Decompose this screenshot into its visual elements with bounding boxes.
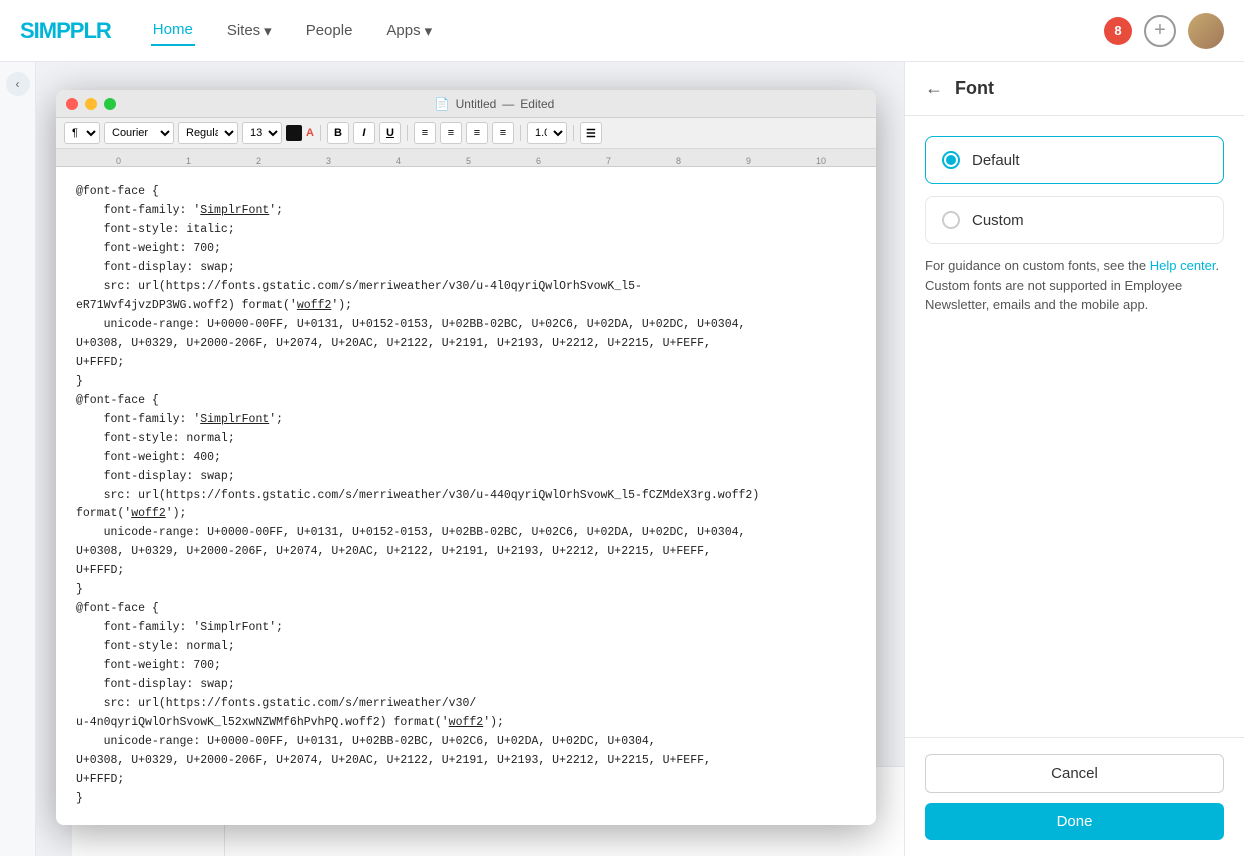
custom-radio[interactable] [942, 211, 960, 229]
add-button[interactable]: + [1144, 15, 1176, 47]
nav-home[interactable]: Home [151, 15, 195, 46]
italic-button[interactable]: I [353, 122, 375, 144]
editor-toolbar: ¶ Courier Regular 13 A B I U ≡ ≡ [56, 118, 876, 149]
default-option[interactable]: Default [925, 136, 1224, 184]
window-minimize-button[interactable] [85, 98, 97, 110]
nav-people[interactable]: People [304, 16, 355, 45]
nav-sites[interactable]: Sites ▾ [225, 16, 274, 46]
font-panel: ← Font Default Custom For guidance on cu… [904, 62, 1244, 856]
help-text-prefix: For guidance on custom fonts, see the [925, 258, 1150, 273]
custom-label: Custom [972, 212, 1024, 229]
nav-links: Home Sites ▾ People Apps ▾ [151, 15, 434, 46]
editor-ruler: 0 1 2 3 4 5 6 7 8 9 10 [56, 149, 876, 167]
editor-content[interactable]: @font-face { font-family: 'SimplrFont'; … [56, 167, 876, 825]
window-close-button[interactable] [66, 98, 78, 110]
default-label: Default [972, 152, 1020, 169]
code-block-1: @font-face { font-family: 'SimplrFont'; … [76, 183, 856, 392]
code-block-3: @font-face { font-family: 'SimplrFont'; … [76, 600, 856, 809]
editor-separator: — [502, 97, 514, 111]
editor-filename: Untitled [456, 97, 497, 111]
radio-dot [946, 155, 956, 165]
font-select[interactable]: Courier [104, 122, 174, 144]
panel-body: Default Custom For guidance on custom fo… [905, 116, 1244, 737]
nav-apps[interactable]: Apps ▾ [384, 16, 434, 46]
toolbar-divider-1 [320, 125, 321, 141]
done-button[interactable]: Done [925, 803, 1224, 840]
main-area: ‹ 📄 Untitled — Edited ¶ [0, 62, 1244, 856]
content-area: 📄 Untitled — Edited ¶ Courier Regular [36, 62, 904, 856]
avatar-image [1188, 13, 1224, 49]
code-block-2: @font-face { font-family: 'SimplrFont'; … [76, 392, 856, 601]
ruler-marks: 0 1 2 3 4 5 6 7 8 9 10 [56, 149, 876, 166]
file-icon: 📄 [435, 97, 450, 111]
notification-badge[interactable]: 8 [1104, 17, 1132, 45]
color-picker[interactable] [286, 125, 302, 141]
default-radio[interactable] [942, 151, 960, 169]
paragraph-select[interactable]: ¶ [64, 122, 100, 144]
custom-option[interactable]: Custom [925, 196, 1224, 244]
editor-titlebar: 📄 Untitled — Edited [56, 90, 876, 118]
chevron-down-icon: ▾ [425, 22, 433, 40]
align-left-button[interactable]: ≡ [414, 122, 436, 144]
panel-footer: Cancel Done [905, 737, 1244, 856]
back-button[interactable]: ← [925, 78, 943, 99]
line-height-select[interactable]: 1.0 [527, 122, 567, 144]
sidebar-toggle-button[interactable]: ‹ [6, 72, 30, 96]
help-text-suffix: . [1216, 258, 1220, 273]
help-center-link[interactable]: Help center [1150, 258, 1216, 273]
panel-title: Font [955, 78, 994, 99]
toolbar-divider-2 [407, 125, 408, 141]
align-justify-button[interactable]: ≡ [492, 122, 514, 144]
top-navigation: SIMPPLR Home Sites ▾ People Apps ▾ 8 + [0, 0, 1244, 62]
text-editor-modal: 📄 Untitled — Edited ¶ Courier Regular [56, 90, 876, 825]
chevron-down-icon: ▾ [264, 22, 272, 40]
text-color-btn[interactable]: A [306, 127, 314, 139]
list-button[interactable]: ☰ [580, 122, 602, 144]
panel-header: ← Font [905, 62, 1244, 116]
underline-button[interactable]: U [379, 122, 401, 144]
toolbar-divider-3 [520, 125, 521, 141]
app-logo: SIMPPLR [20, 18, 111, 44]
window-maximize-button[interactable] [104, 98, 116, 110]
help-text: For guidance on custom fonts, see the He… [925, 256, 1224, 315]
cancel-button[interactable]: Cancel [925, 754, 1224, 793]
nav-right: 8 + [1104, 13, 1224, 49]
bold-button[interactable]: B [327, 122, 349, 144]
align-right-button[interactable]: ≡ [466, 122, 488, 144]
style-select[interactable]: Regular [178, 122, 238, 144]
editor-title: 📄 Untitled — Edited [435, 97, 555, 111]
editor-status: Edited [520, 97, 554, 111]
help-note: Custom fonts are not supported in Employ… [925, 278, 1182, 313]
sidebar-strip: ‹ [0, 62, 36, 856]
size-select[interactable]: 13 [242, 122, 282, 144]
avatar[interactable] [1188, 13, 1224, 49]
align-center-button[interactable]: ≡ [440, 122, 462, 144]
toolbar-divider-4 [573, 125, 574, 141]
